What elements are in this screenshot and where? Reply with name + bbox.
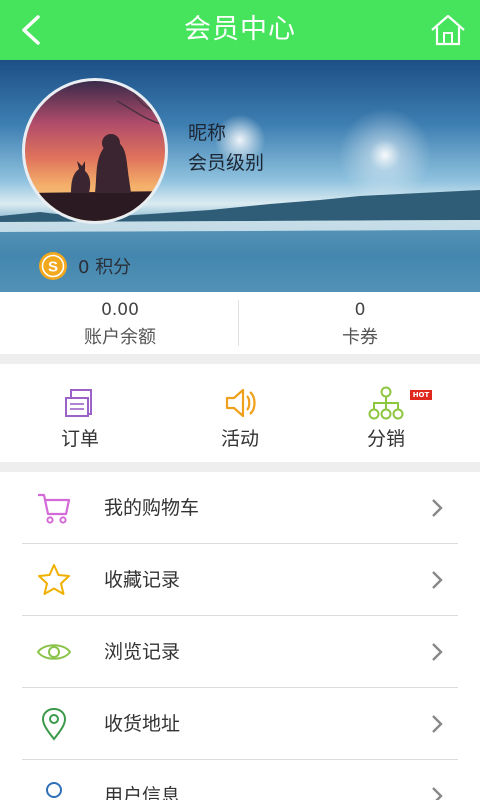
points-display[interactable]: S 0 积分: [38, 250, 131, 282]
speaker-icon: [225, 388, 256, 418]
menu-item-label: 浏览记录: [104, 641, 181, 663]
section-gap: [0, 354, 480, 364]
eye-icon: [36, 644, 72, 660]
star-icon: [38, 564, 70, 595]
menu-item-label: 收藏记录: [104, 569, 181, 591]
top-bar: 会员中心: [0, 0, 480, 60]
coupon-value: 0: [354, 300, 366, 320]
coin-icon: S: [39, 252, 67, 280]
svg-text:S: S: [48, 259, 58, 276]
menu-item-cart[interactable]: 我的购物车: [0, 472, 480, 544]
avatar[interactable]: [22, 78, 168, 224]
menu-item-address[interactable]: 收货地址: [0, 688, 480, 760]
quick-links: 订单 活动 分销: [0, 372, 480, 462]
avatar-image: [25, 90, 165, 221]
chevron-right-icon: [432, 787, 443, 800]
menu-list: 我的购物车 收藏记录 浏览记录 收货地址 用户信息: [0, 472, 480, 800]
balance-value: 0.00: [101, 300, 139, 320]
balance-label: 账户余额: [84, 327, 156, 348]
menu-item-history[interactable]: 浏览记录: [0, 616, 480, 688]
quick-link-label: 活动: [220, 428, 259, 450]
account-stats: 0.00 账户余额 0 卡券: [0, 292, 480, 354]
menu-item-label: 我的购物车: [104, 497, 200, 519]
page-title: 会员中心: [184, 14, 296, 45]
chevron-right-icon: [432, 715, 443, 733]
nickname: 昵称: [188, 122, 227, 144]
order-icon: [65, 389, 92, 417]
coupon-label: 卡券: [342, 327, 378, 348]
quick-link-distribution[interactable]: 分销: [306, 372, 466, 462]
quick-link-orders[interactable]: 订单: [0, 372, 160, 462]
chevron-right-icon: [432, 499, 443, 517]
quick-link-label: 分销: [366, 428, 405, 450]
coupon-stat[interactable]: 0 卡券: [240, 292, 480, 354]
member-level: 会员级别: [188, 152, 265, 174]
menu-item-user-info[interactable]: 用户信息: [0, 760, 480, 800]
distribution-icon: [368, 386, 404, 420]
user-icon: [46, 782, 62, 798]
chevron-right-icon: [432, 571, 443, 589]
quick-link-activities[interactable]: 活动: [160, 372, 320, 462]
home-icon[interactable]: [428, 10, 468, 50]
points-text: 0 积分: [78, 257, 132, 278]
balance-stat[interactable]: 0.00 账户余额: [0, 292, 240, 354]
menu-item-label: 收货地址: [104, 713, 181, 735]
menu-item-favorites[interactable]: 收藏记录: [0, 544, 480, 616]
chevron-right-icon: [432, 643, 443, 661]
quick-link-label: 订单: [60, 428, 99, 450]
menu-item-label: 用户信息: [104, 785, 181, 800]
stats-divider: [238, 300, 239, 346]
hot-badge: HOT: [410, 390, 432, 400]
location-pin-icon: [41, 707, 67, 741]
cart-icon: [38, 493, 71, 524]
section-gap: [0, 462, 480, 472]
